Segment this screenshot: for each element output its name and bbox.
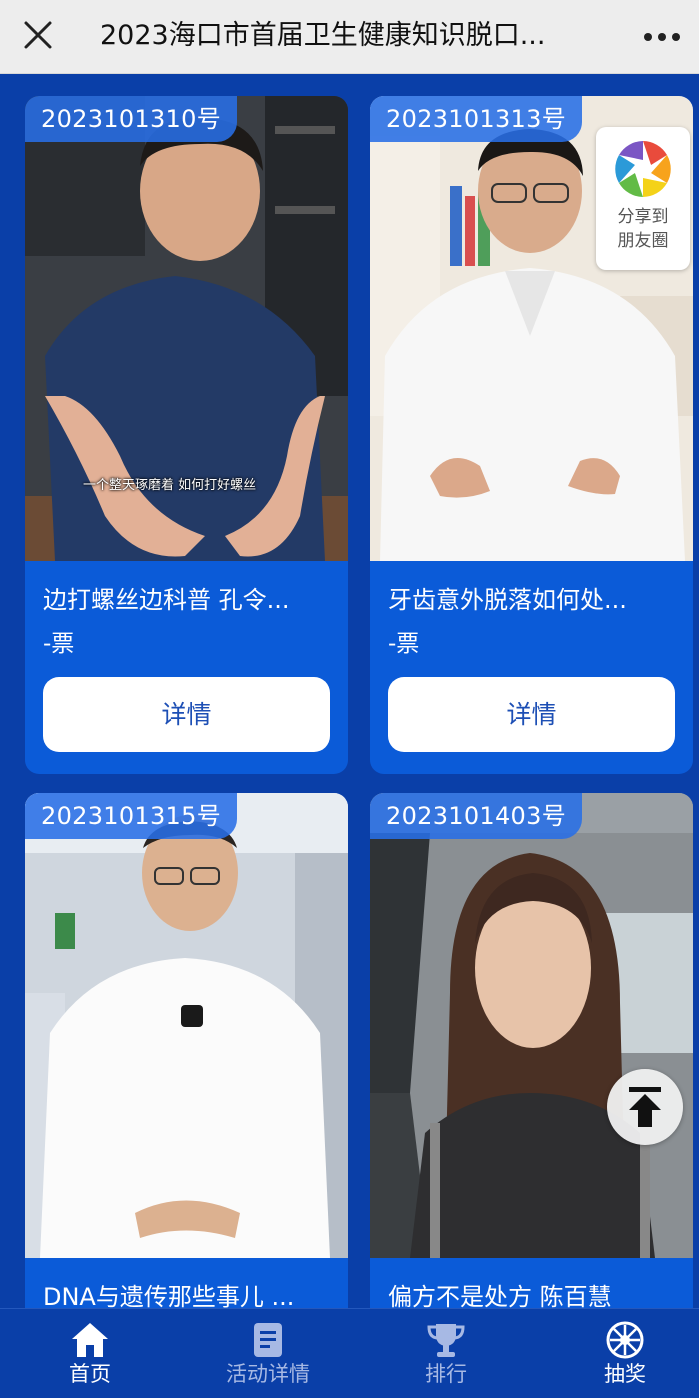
entry-title: DNA与遗传那些事儿 ...	[43, 1283, 295, 1308]
detail-button[interactable]: 详情	[43, 677, 330, 752]
prize-wheel-icon	[606, 1321, 644, 1359]
share-label-line1: 分享到	[617, 207, 669, 227]
entry-number-badge: 2023101315号	[25, 793, 237, 839]
more-dots-icon[interactable]	[640, 17, 684, 57]
entry-card[interactable]: 2023101315号 DNA与遗传那些事儿 ...	[25, 793, 348, 1308]
home-icon	[72, 1323, 108, 1357]
notebook-icon	[254, 1323, 282, 1357]
trophy-icon	[427, 1324, 465, 1357]
tab-home[interactable]: 首页	[20, 1309, 160, 1398]
entry-number-badge: 2023101313号	[370, 96, 582, 142]
video-subtitle: 一个整天琢磨着 如何打好螺丝	[83, 478, 257, 493]
back-to-top-button[interactable]	[607, 1069, 683, 1145]
tab-ranking[interactable]: 排行	[376, 1309, 516, 1398]
entry-title: 牙齿意外脱落如何处...	[388, 586, 627, 614]
entry-votes: -票	[388, 631, 420, 657]
entry-video-thumbnail[interactable]	[370, 793, 693, 1258]
detail-button[interactable]: 详情	[388, 677, 675, 752]
tab-label: 活动详情	[226, 1362, 310, 1386]
tab-activity-details[interactable]: 活动详情	[198, 1309, 338, 1398]
camera-aperture-icon	[615, 141, 671, 197]
entry-title: 偏方不是处方 陈百慧	[388, 1283, 612, 1308]
entry-number-badge: 2023101403号	[370, 793, 582, 839]
entry-title: 边打螺丝边科普 孔令...	[43, 586, 290, 614]
entry-card[interactable]: 2023101403号 偏方不是处方 陈百慧	[370, 793, 693, 1308]
arrow-up-icon	[629, 1087, 661, 1127]
bottom-tab-bar: 首页 活动详情 排行 抽奖	[0, 1308, 699, 1398]
tab-label: 首页	[69, 1362, 111, 1386]
entry-number-badge: 2023101310号	[25, 96, 237, 142]
title-bar: 2023海口市首届卫生健康知识脱口...	[0, 0, 699, 74]
tab-label: 排行	[425, 1362, 467, 1386]
share-to-moments-button[interactable]: 分享到 朋友圈	[596, 127, 690, 270]
tab-label: 抽奖	[604, 1362, 646, 1386]
share-label-line2: 朋友圈	[617, 231, 669, 251]
entry-video-thumbnail[interactable]	[25, 793, 348, 1258]
entry-card[interactable]: 一个整天琢磨着 如何打好螺丝 2023101310号 边打螺丝边科普 孔令...…	[25, 96, 348, 774]
page-title: 2023海口市首届卫生健康知识脱口...	[100, 20, 546, 51]
video-grid: 一个整天琢磨着 如何打好螺丝 2023101310号 边打螺丝边科普 孔令...…	[0, 75, 699, 1308]
close-icon[interactable]	[18, 15, 58, 55]
entry-votes: -票	[43, 631, 75, 657]
tab-lottery[interactable]: 抽奖	[555, 1309, 695, 1398]
